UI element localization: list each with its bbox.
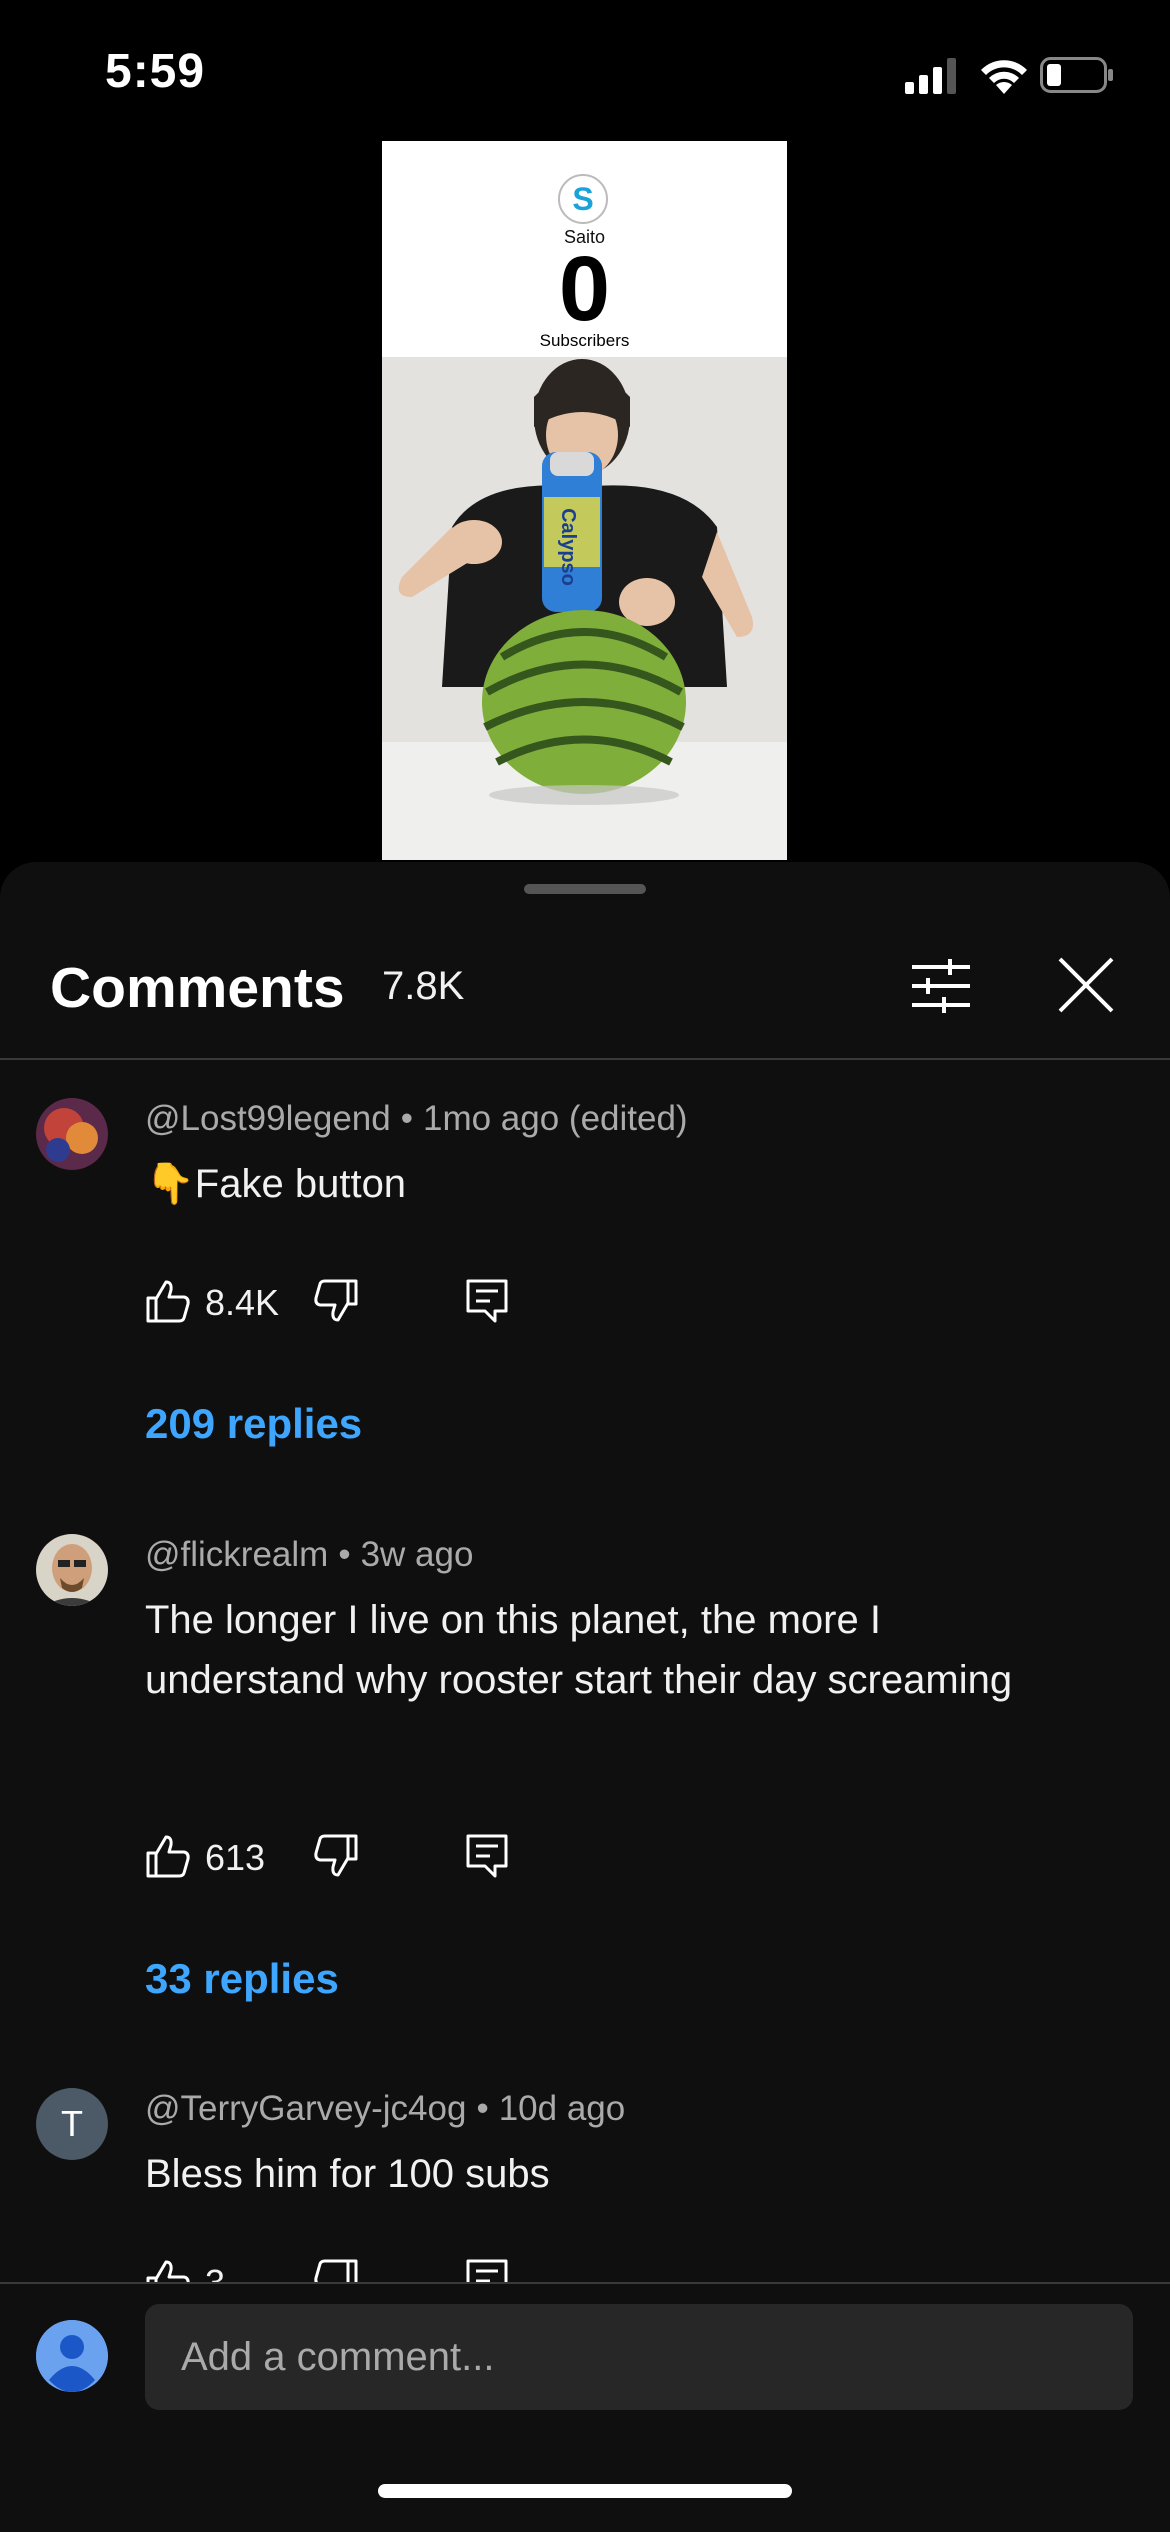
comment-author[interactable]: @flickrealm bbox=[145, 1535, 328, 1574]
comment-author-avatar[interactable]: T bbox=[36, 2088, 108, 2160]
dislike-icon[interactable] bbox=[313, 1833, 359, 1879]
video-subscriber-label: Subscribers bbox=[539, 331, 630, 350]
video-channel-avatar: S bbox=[558, 174, 608, 224]
comments-count: 7.8K bbox=[382, 964, 465, 1008]
reply-icon[interactable] bbox=[465, 2258, 509, 2282]
cellular-signal-icon bbox=[905, 58, 956, 94]
comments-sheet: Comments 7.8K @Lost99legend • 1mo ago (edi… bbox=[0, 862, 1170, 2532]
comment-text: Bless him for 100 subs bbox=[145, 2152, 550, 2196]
comment-time: 3w ago bbox=[360, 1535, 474, 1574]
video-frame-image: Calypso bbox=[382, 357, 787, 860]
svg-text:Calypso: Calypso bbox=[557, 508, 579, 586]
add-comment-input[interactable] bbox=[145, 2304, 1133, 2410]
like-count: 3 bbox=[205, 2262, 225, 2282]
video-player[interactable]: S Saito 0 Subscribers Calypso bbox=[382, 141, 787, 860]
like-count: 8.4K bbox=[205, 1282, 280, 1323]
comment-actions: 8.4K bbox=[145, 1278, 545, 1328]
dislike-icon[interactable] bbox=[313, 1278, 359, 1324]
status-bar: 5:59 bbox=[0, 0, 1170, 140]
close-icon[interactable] bbox=[1057, 956, 1115, 1014]
status-time: 5:59 bbox=[105, 45, 206, 98]
home-indicator[interactable] bbox=[378, 2484, 792, 2498]
comment-meta: @TerryGarvey-jc4og • 10d ago bbox=[145, 2089, 626, 2128]
comment-meta: @Lost99legend • 1mo ago (edited) bbox=[145, 1099, 688, 1138]
like-icon[interactable] bbox=[145, 1833, 191, 1879]
wifi-icon bbox=[981, 60, 1027, 94]
like-count: 613 bbox=[205, 1837, 266, 1878]
comment-author[interactable]: @Lost99legend bbox=[145, 1099, 391, 1138]
comment-time: 1mo ago (edited) bbox=[422, 1099, 688, 1138]
comment-author-avatar[interactable] bbox=[36, 1098, 108, 1170]
comment-author-avatar[interactable] bbox=[36, 1534, 108, 1606]
comment-text: The longer I live on this planet, the mo… bbox=[145, 1598, 1013, 1702]
reply-icon[interactable] bbox=[465, 1833, 509, 1879]
reply-icon[interactable] bbox=[465, 1278, 509, 1324]
comments-list[interactable]: @Lost99legend • 1mo ago (edited) 👇Fake but… bbox=[0, 1060, 1170, 2282]
subscriber-counter-overlay: S Saito 0 Subscribers bbox=[382, 141, 787, 357]
view-replies-button[interactable]: 33 replies bbox=[145, 1955, 339, 2003]
sort-filter-icon[interactable] bbox=[910, 957, 972, 1015]
video-subscriber-count: 0 bbox=[558, 238, 611, 340]
like-icon[interactable] bbox=[145, 1278, 191, 1324]
drag-handle[interactable] bbox=[524, 884, 646, 894]
comment-actions: 613 bbox=[145, 1833, 545, 1883]
comment-actions: 3 bbox=[145, 2258, 545, 2282]
comment-meta: @flickrealm • 3w ago bbox=[145, 1535, 474, 1574]
comment-time: 10d ago bbox=[498, 2089, 626, 2128]
comment-author[interactable]: @TerryGarvey-jc4og bbox=[145, 2089, 466, 2128]
like-icon[interactable] bbox=[145, 2258, 191, 2282]
comment-text: 👇Fake button bbox=[145, 1162, 407, 1206]
comments-title: Comments bbox=[50, 956, 345, 1020]
battery-icon bbox=[1040, 57, 1113, 93]
view-replies-button[interactable]: 209 replies bbox=[145, 1400, 362, 1448]
user-avatar-icon bbox=[36, 2320, 108, 2392]
dislike-icon[interactable] bbox=[313, 2258, 359, 2282]
